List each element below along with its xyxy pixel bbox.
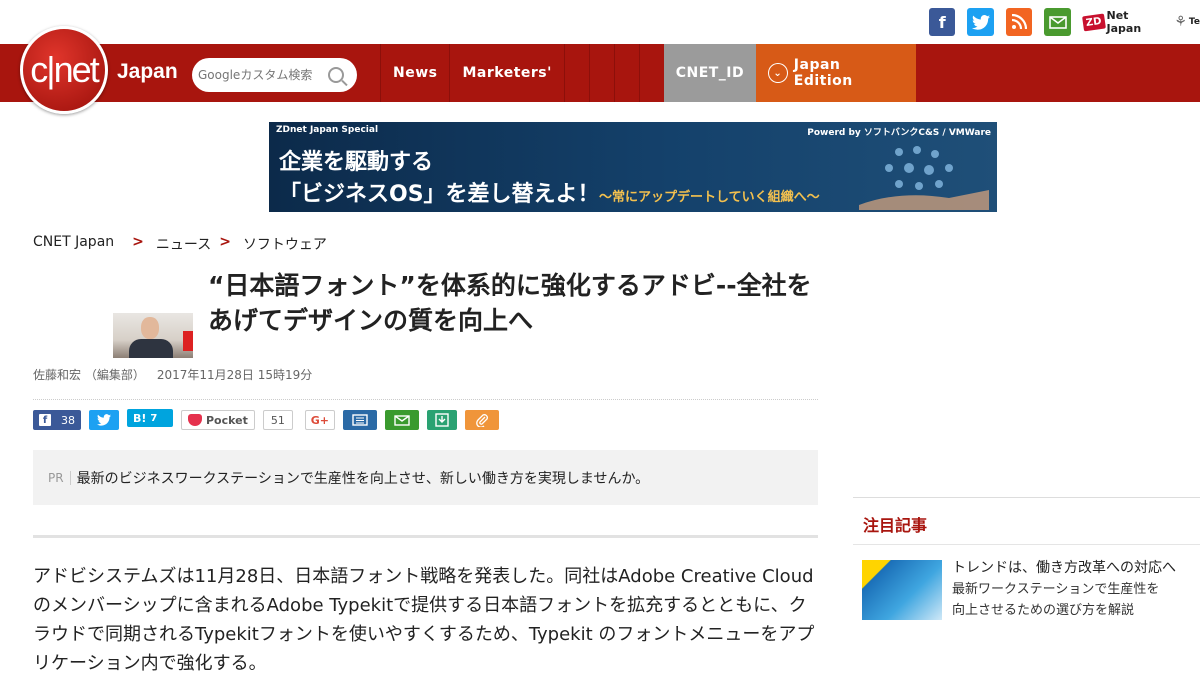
chevron-down-icon: ⌄ <box>767 63 788 83</box>
share-buttons: f 38 B! 7 Pocket 51 G+ <box>33 409 499 430</box>
nav-item-news[interactable]: News <box>380 44 449 102</box>
banner-headline-2: 「ビジネスOS」を差し替えよ！ <box>279 182 600 207</box>
author-photo <box>113 313 193 358</box>
zdnet-link[interactable]: ZD Net Japan <box>1081 9 1162 35</box>
nav-item-empty-3[interactable] <box>613 44 639 102</box>
article-author[interactable]: 佐藤和宏 （編集部） <box>33 366 145 383</box>
cnet-logo[interactable]: c|net <box>20 26 108 114</box>
banner-tagline: 〜常にアップデートしていく組織へ〜 <box>599 190 820 205</box>
print-icon <box>352 414 368 426</box>
nav-items: News Marketers' CNET_ID ⌄ Japan Edition <box>380 44 916 102</box>
banner-headline-1: 企業を駆動する <box>279 150 434 175</box>
breadcrumb: CNET Japan > ニュース > ソフトウェア <box>33 234 327 254</box>
facebook-share-count: 38 <box>61 413 75 427</box>
ad-banner[interactable]: ZDnet Japan Special Powerd by ソフトバンクC&S … <box>269 122 997 212</box>
sidebar-item-subtitle-2: 向上させるための選び方を解説 <box>952 603 1135 618</box>
sidebar-divider <box>853 544 1200 545</box>
nav-item-empty-4[interactable] <box>638 44 664 102</box>
twitter-icon <box>97 414 111 426</box>
pocket-label: Pocket <box>206 413 248 427</box>
breadcrumb-separator: > <box>219 234 231 250</box>
nav-item-edition[interactable]: ⌄ Japan Edition <box>755 44 916 102</box>
print-button[interactable] <box>342 410 377 430</box>
breadcrumb-section[interactable]: ニュース <box>156 234 211 254</box>
banner-network-illustration <box>859 146 989 210</box>
hatena-icon: B! <box>133 411 147 425</box>
rss-glyph <box>1012 14 1028 30</box>
zdnet-label: Net Japan <box>1106 9 1142 35</box>
facebook-glyph: f <box>938 12 946 32</box>
breadcrumb-separator: > <box>132 234 144 250</box>
mail-icon <box>394 414 410 426</box>
edition-label: Japan Edition <box>793 57 853 89</box>
sidebar-item-thumbnail[interactable] <box>862 560 942 620</box>
article-body: アドビシステムズは11月28日、日本語フォント戦略を発表した。同社はAdobe … <box>33 566 815 674</box>
breadcrumb-subsection[interactable]: ソフトウェア <box>243 234 327 254</box>
pr-text[interactable]: 最新のビジネスワークステーションで生産性を向上させ、新しい働き方を実現しませんか… <box>77 468 650 488</box>
share-gplus-button[interactable]: G+ <box>304 410 335 430</box>
divider <box>33 399 818 400</box>
techrepublic-label: Te <box>1188 17 1200 27</box>
article-title: “日本語フォント”を体系的に強化するアドビ--全社をあげてデザインの質を向上へ <box>208 271 812 335</box>
pocket-count: 51 <box>262 410 293 430</box>
nav-item-marketers[interactable]: Marketers' <box>449 44 563 102</box>
nav-item-empty-1[interactable] <box>563 44 589 102</box>
search-icon[interactable] <box>328 67 344 83</box>
techrepublic-icon: ⚘ <box>1174 14 1187 30</box>
pr-box[interactable]: PR 最新のビジネスワークステーションで生産性を向上させ、新しい働き方を実現しま… <box>33 450 818 505</box>
banner-tag: ZDnet Japan Special <box>276 125 379 135</box>
sidebar-heading: 注目記事 <box>863 516 928 535</box>
share-facebook-button[interactable]: f 38 <box>33 410 81 430</box>
facebook-icon[interactable]: f <box>929 8 956 36</box>
sidebar-item[interactable]: トレンドは、働き方改革への対応へ 最新ワークステーションで生産性を 向上させるた… <box>952 558 1192 621</box>
article-date: 2017年11月28日 15時19分 <box>156 368 313 382</box>
save-button[interactable] <box>426 410 457 430</box>
logo-region: Japan <box>117 60 178 83</box>
nav-item-cnet-id[interactable]: CNET_ID <box>663 44 756 102</box>
sidebar-item-subtitle-1: 最新ワークステーションで生産性を <box>952 582 1160 597</box>
top-social-links: f ZD Net Japan ⚘ Te <box>929 8 1200 36</box>
mail-icon[interactable] <box>1044 8 1071 36</box>
pocket-icon <box>188 414 202 426</box>
facebook-icon: f <box>39 414 51 426</box>
techrepublic-link[interactable]: ⚘ Te <box>1174 14 1200 30</box>
article-byline: 佐藤和宏 （編集部） 2017年11月28日 15時19分 <box>33 366 312 383</box>
top-bar: f ZD Net Japan ⚘ Te <box>0 0 1200 44</box>
pr-label: PR <box>48 470 71 485</box>
twitter-bird <box>971 14 990 30</box>
author-background-logo <box>183 331 193 351</box>
mail-glyph <box>1048 15 1067 29</box>
paperclip-icon <box>476 414 488 427</box>
search-input[interactable] <box>198 68 328 82</box>
share-hatena-button[interactable]: B! 7 <box>127 409 173 427</box>
sidebar-divider <box>853 497 1200 498</box>
search-box <box>192 58 357 92</box>
email-share-button[interactable] <box>384 410 419 430</box>
hatena-count: 7 <box>150 412 158 424</box>
cnet-logo-mark: c|net <box>30 49 99 90</box>
share-pocket-button[interactable]: Pocket <box>181 410 255 430</box>
nav-item-empty-2[interactable] <box>588 44 614 102</box>
clip-button[interactable] <box>464 410 499 430</box>
author-face <box>141 317 159 339</box>
google-plus-icon: G+ <box>310 413 330 427</box>
twitter-icon[interactable] <box>967 8 994 36</box>
share-twitter-button[interactable] <box>89 410 119 430</box>
sidebar-item-title[interactable]: トレンドは、働き方改革への対応へ <box>952 558 1192 579</box>
zdnet-badge: ZD <box>1081 13 1106 31</box>
content-divider <box>33 535 818 538</box>
download-icon <box>435 413 449 427</box>
rss-icon[interactable] <box>1005 8 1033 36</box>
breadcrumb-home[interactable]: CNET Japan <box>33 234 114 254</box>
author-body <box>129 339 173 358</box>
banner-sponsor: Powerd by ソフトバンクC&S / VMWare <box>807 128 991 138</box>
